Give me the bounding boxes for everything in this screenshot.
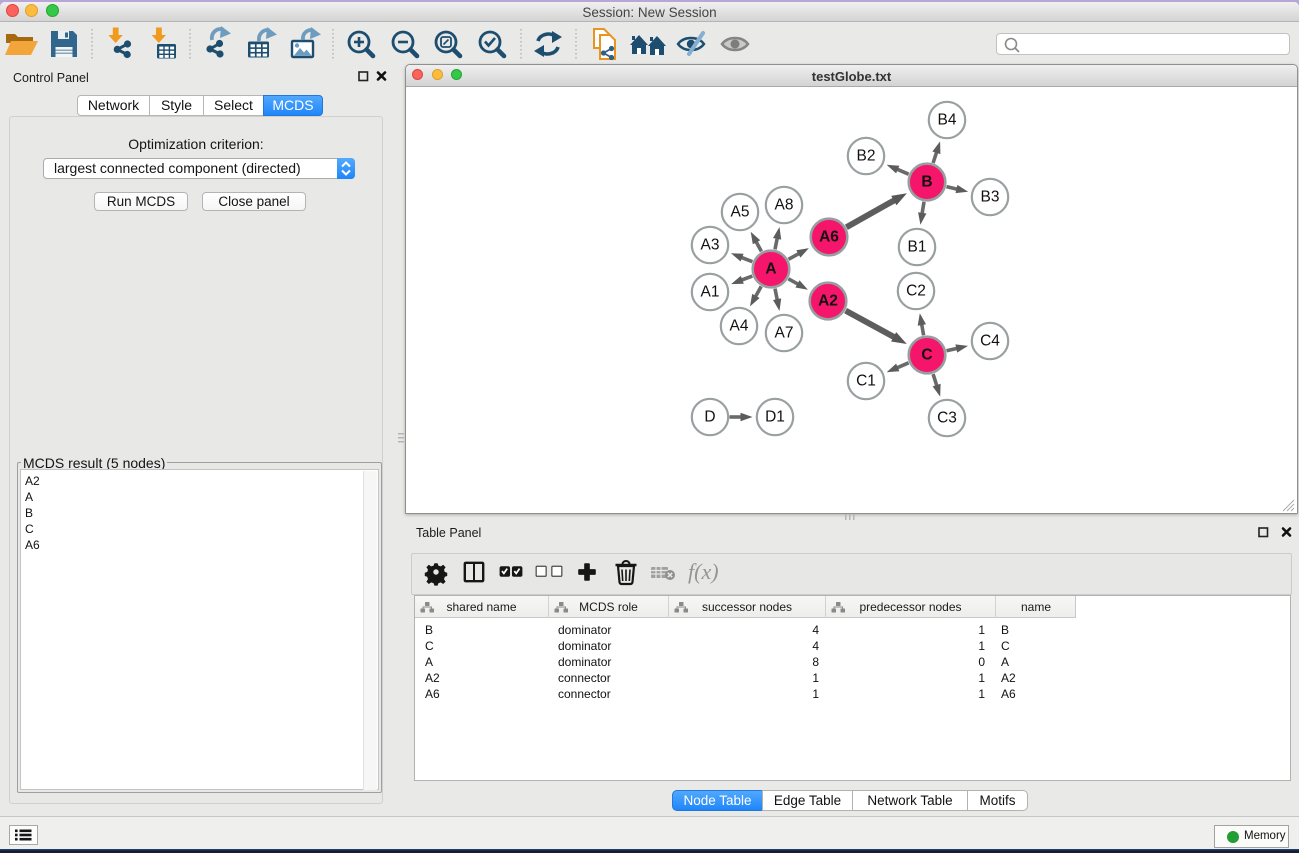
svg-text:A4: A4: [730, 318, 749, 335]
svg-text:B1: B1: [908, 239, 927, 256]
svg-text:C1: C1: [856, 373, 876, 390]
svg-text:B: B: [921, 174, 932, 191]
svg-text:B2: B2: [857, 148, 876, 165]
svg-text:D1: D1: [765, 409, 785, 426]
svg-text:A5: A5: [731, 204, 750, 221]
svg-text:B3: B3: [981, 189, 1000, 206]
svg-text:f(x): f(x): [688, 559, 719, 584]
svg-text:A8: A8: [775, 197, 794, 214]
svg-text:A: A: [765, 261, 776, 278]
svg-text:A3: A3: [701, 237, 720, 254]
svg-text:A7: A7: [775, 325, 794, 342]
svg-text:C4: C4: [980, 333, 1000, 350]
svg-text:A6: A6: [819, 229, 839, 246]
svg-text:B4: B4: [938, 112, 957, 129]
svg-text:A2: A2: [818, 293, 838, 310]
svg-text:C3: C3: [937, 410, 957, 427]
svg-text:A1: A1: [701, 284, 720, 301]
svg-text:C2: C2: [906, 283, 926, 300]
svg-text:D: D: [704, 409, 715, 426]
svg-text:C: C: [921, 347, 932, 364]
